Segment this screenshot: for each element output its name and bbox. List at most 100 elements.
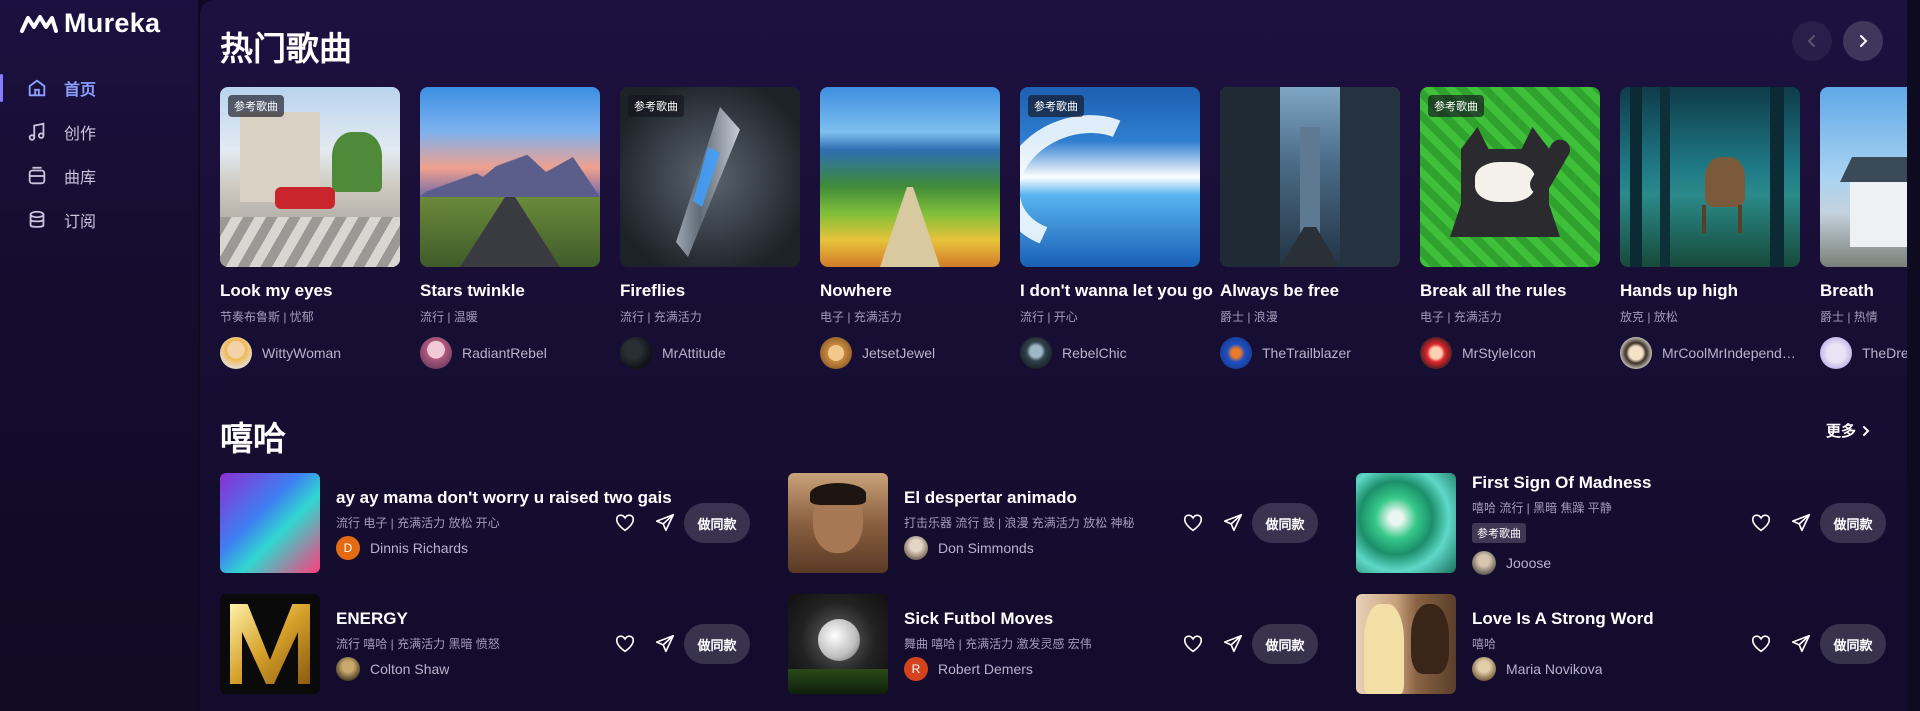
- song-cover[interactable]: [1356, 473, 1456, 573]
- sidebar-item-label: 曲库: [64, 170, 97, 187]
- song-title[interactable]: Fireflies: [620, 281, 800, 301]
- sidebar-item-home[interactable]: 首页: [0, 66, 198, 110]
- song-title[interactable]: ENERGY: [336, 609, 408, 629]
- song-row[interactable]: ENERGY 流行 嘻哈 | 充满活力 黑暗 愤怒 Colton Shaw 做同…: [220, 594, 750, 694]
- heart-icon[interactable]: [1750, 512, 1772, 534]
- author-name: Jooose: [1506, 555, 1552, 571]
- song-card[interactable]: 参考歌曲 I don't wanna let you go 流行 | 开心 Re…: [1020, 87, 1213, 369]
- song-author[interactable]: TheTrailblazer: [1220, 337, 1400, 369]
- song-cover[interactable]: [1820, 87, 1907, 267]
- song-cover[interactable]: [788, 473, 888, 573]
- song-cover[interactable]: [420, 87, 600, 267]
- song-cover[interactable]: [1220, 87, 1400, 267]
- sidebar-item-library[interactable]: 曲库: [0, 154, 198, 198]
- song-card[interactable]: 参考歌曲 Look my eyes 节奏布鲁斯 | 忧郁 WittyWoman: [220, 87, 400, 369]
- heart-icon[interactable]: [614, 633, 636, 655]
- carousel-prev-button[interactable]: [1792, 21, 1832, 61]
- make-similar-button[interactable]: 做同款: [1820, 624, 1886, 664]
- song-cover[interactable]: [820, 87, 1000, 267]
- song-author[interactable]: RadiantRebel: [420, 337, 600, 369]
- author-name: Don Simmonds: [938, 540, 1034, 556]
- song-author[interactable]: WittyWoman: [220, 337, 400, 369]
- make-similar-button[interactable]: 做同款: [684, 503, 750, 543]
- heart-icon[interactable]: [614, 512, 636, 534]
- song-title[interactable]: First Sign Of Madness: [1472, 473, 1651, 493]
- author-name: TheTrailblazer: [1262, 345, 1351, 361]
- song-title[interactable]: Break all the rules: [1420, 281, 1600, 301]
- sidebar-item-subscribe[interactable]: 订阅: [0, 198, 198, 242]
- song-row[interactable]: El despertar animado 打击乐器 流行 鼓 | 浪漫 充满活力…: [788, 473, 1318, 573]
- song-cover[interactable]: [1356, 594, 1456, 694]
- song-cover[interactable]: 参考歌曲: [1020, 87, 1200, 267]
- song-title[interactable]: Hands up high: [1620, 281, 1800, 301]
- song-author[interactable]: JetsetJewel: [820, 337, 1000, 369]
- make-similar-button[interactable]: 做同款: [684, 624, 750, 664]
- song-author[interactable]: D Dinnis Richards: [336, 536, 468, 560]
- logo[interactable]: Mureka: [20, 8, 160, 39]
- song-title[interactable]: El despertar animado: [904, 488, 1077, 508]
- song-card[interactable]: Stars twinkle 流行 | 温暖 RadiantRebel: [420, 87, 600, 369]
- song-tags: 流行 嘻哈 | 充满活力 黑暗 愤怒: [336, 637, 500, 651]
- make-similar-button[interactable]: 做同款: [1252, 503, 1318, 543]
- song-author[interactable]: Colton Shaw: [336, 657, 449, 681]
- song-cover[interactable]: 参考歌曲: [220, 87, 400, 267]
- song-tags: 打击乐器 流行 鼓 | 浪漫 充满活力 放松 神秘: [904, 516, 1135, 530]
- song-author[interactable]: TheDreamer: [1820, 337, 1907, 369]
- song-author[interactable]: MrStyleIcon: [1420, 337, 1600, 369]
- author-name: RebelChic: [1062, 345, 1127, 361]
- sidebar-item-create[interactable]: 创作: [0, 110, 198, 154]
- author-name: MrCoolMrIndependent: [1662, 345, 1796, 361]
- song-tags: 电子 | 充满活力: [820, 310, 902, 324]
- carousel-next-button[interactable]: [1843, 21, 1883, 61]
- share-icon[interactable]: [654, 633, 676, 655]
- share-icon[interactable]: [1222, 633, 1244, 655]
- song-author[interactable]: Maria Novikova: [1472, 657, 1602, 681]
- sidebar-item-label: 订阅: [64, 214, 97, 231]
- song-author[interactable]: MrAttitude: [620, 337, 800, 369]
- song-author[interactable]: R Robert Demers: [904, 657, 1033, 681]
- heart-icon[interactable]: [1750, 633, 1772, 655]
- song-title[interactable]: ay ay mama don't worry u raised two gais: [336, 488, 672, 508]
- song-card[interactable]: Nowhere 电子 | 充满活力 JetsetJewel: [820, 87, 1000, 369]
- share-icon[interactable]: [1222, 512, 1244, 534]
- song-cover[interactable]: [1620, 87, 1800, 267]
- song-card[interactable]: 参考歌曲 Break all the rules 电子 | 充满活力 MrSty…: [1420, 87, 1600, 369]
- song-cover[interactable]: 参考歌曲: [1420, 87, 1600, 267]
- song-title[interactable]: Stars twinkle: [420, 281, 600, 301]
- song-title[interactable]: Breath: [1820, 281, 1907, 301]
- song-cover[interactable]: [788, 594, 888, 694]
- heart-icon[interactable]: [1182, 512, 1204, 534]
- song-tags: 流行 电子 | 充满活力 放松 开心: [336, 516, 500, 530]
- heart-icon[interactable]: [1182, 633, 1204, 655]
- song-cover[interactable]: [220, 473, 320, 573]
- song-row[interactable]: Love Is A Strong Word 嘻哈 Maria Novikova …: [1356, 594, 1886, 694]
- song-title[interactable]: Look my eyes: [220, 281, 400, 301]
- library-icon: [28, 166, 46, 185]
- more-link[interactable]: 更多: [1826, 420, 1872, 441]
- song-title[interactable]: I don't wanna let you go: [1020, 281, 1213, 301]
- song-cover[interactable]: 参考歌曲: [620, 87, 800, 267]
- song-card[interactable]: Breath 爵士 | 热情 TheDreamer: [1820, 87, 1907, 369]
- song-row[interactable]: Sick Futbol Moves 舞曲 嘻哈 | 充满活力 激发灵感 宏伟 R…: [788, 594, 1318, 694]
- make-similar-button[interactable]: 做同款: [1252, 624, 1318, 664]
- song-title[interactable]: Nowhere: [820, 281, 1000, 301]
- song-row[interactable]: First Sign Of Madness 嘻哈 流行 | 黑暗 焦躁 平静 参…: [1356, 473, 1886, 575]
- song-title[interactable]: Love Is A Strong Word: [1472, 609, 1654, 629]
- home-icon: [28, 79, 46, 97]
- song-title[interactable]: Always be free: [1220, 281, 1400, 301]
- song-card[interactable]: 参考歌曲 Fireflies 流行 | 充满活力 MrAttitude: [620, 87, 800, 369]
- share-icon[interactable]: [654, 512, 676, 534]
- song-author[interactable]: Don Simmonds: [904, 536, 1034, 560]
- song-author[interactable]: Jooose: [1472, 551, 1551, 575]
- song-author[interactable]: MrCoolMrIndependent: [1620, 337, 1800, 369]
- song-cover[interactable]: [220, 594, 320, 694]
- song-card[interactable]: Always be free 爵士 | 浪漫 TheTrailblazer: [1220, 87, 1400, 369]
- share-icon[interactable]: [1790, 512, 1812, 534]
- song-row[interactable]: ay ay mama don't worry u raised two gais…: [220, 473, 750, 573]
- make-similar-button[interactable]: 做同款: [1820, 503, 1886, 543]
- song-title[interactable]: Sick Futbol Moves: [904, 609, 1053, 629]
- share-icon[interactable]: [1790, 633, 1812, 655]
- section-title-hiphop: 嘻哈: [220, 420, 286, 457]
- song-author[interactable]: RebelChic: [1020, 337, 1200, 369]
- song-card[interactable]: Hands up high 放克 | 放松 MrCoolMrIndependen…: [1620, 87, 1800, 369]
